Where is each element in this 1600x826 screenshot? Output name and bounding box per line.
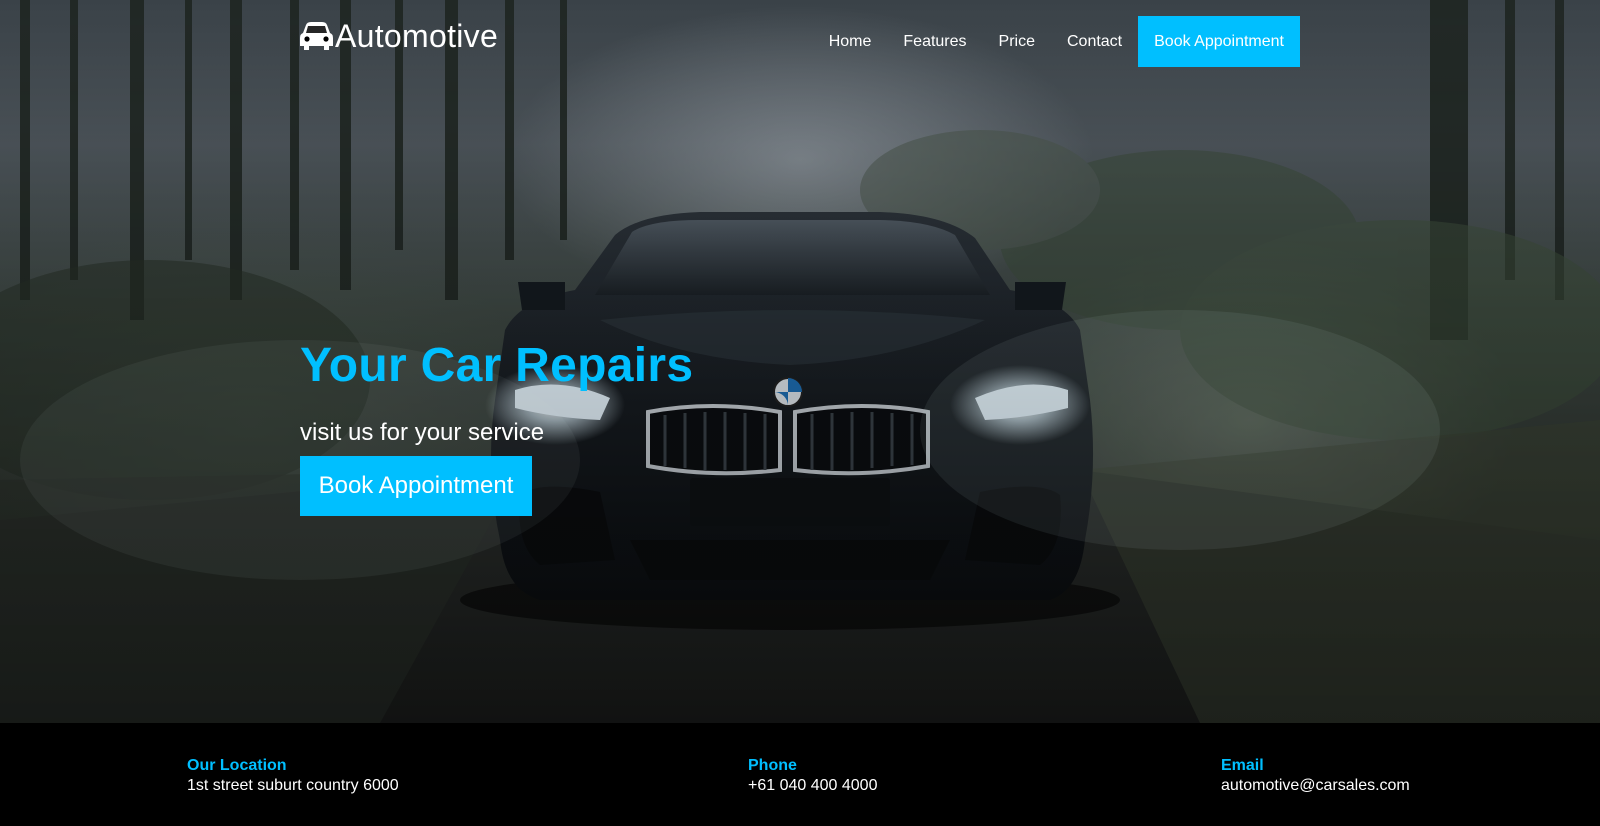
info-location-value: 1st street suburt country 6000 bbox=[187, 777, 399, 794]
nav-item-features[interactable]: Features bbox=[887, 16, 982, 67]
hero-section: Automotive Home Features Price Contact B… bbox=[0, 0, 1600, 723]
brand-name: Automotive bbox=[335, 17, 499, 54]
contact-info-bar: Our Location 1st street suburt country 6… bbox=[0, 723, 1600, 826]
nav-item-home[interactable]: Home bbox=[813, 16, 888, 67]
nav-item-contact[interactable]: Contact bbox=[1051, 16, 1138, 67]
page: Automotive Home Features Price Contact B… bbox=[0, 0, 1600, 826]
info-location: Our Location 1st street suburt country 6… bbox=[187, 756, 399, 796]
info-phone-value[interactable]: +61 040 400 4000 bbox=[748, 776, 877, 796]
info-email-value[interactable]: automotive@carsales.com bbox=[1221, 776, 1410, 796]
hero-background-image bbox=[0, 0, 1600, 723]
brand-logo[interactable]: Automotive bbox=[300, 14, 498, 58]
info-email-label: Email bbox=[1221, 757, 1264, 774]
info-email: Email automotive@carsales.com bbox=[1221, 756, 1410, 796]
info-phone-label: Phone bbox=[748, 757, 797, 774]
nav-book-appointment-button[interactable]: Book Appointment bbox=[1138, 16, 1300, 67]
hero-headline: Your Car Repairs bbox=[300, 339, 694, 392]
nav-item-price[interactable]: Price bbox=[983, 16, 1051, 67]
info-location-label: Our Location bbox=[187, 757, 287, 774]
info-phone: Phone +61 040 400 4000 bbox=[748, 756, 877, 796]
hero-subline: visit us for your service bbox=[300, 419, 545, 446]
main-nav: Home Features Price Contact Book Appoint… bbox=[813, 16, 1300, 67]
hero-book-appointment-button[interactable]: Book Appointment bbox=[300, 456, 532, 516]
car-icon bbox=[300, 22, 333, 50]
